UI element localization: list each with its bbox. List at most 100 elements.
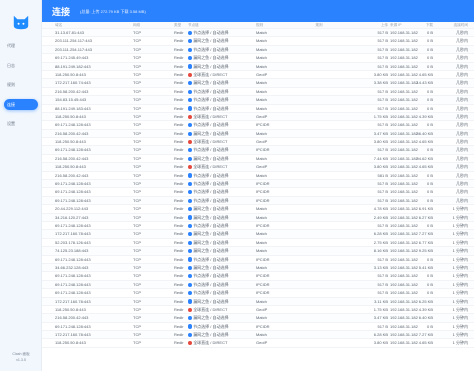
table-row[interactable]: 88.191.249.183:443 TCP Redir 节点选择 / 自动选择 Mat…: [42, 105, 474, 113]
globe-icon: [188, 215, 193, 220]
sidebar-nav: 代理日志规则连接设置: [4, 40, 38, 138]
table-row[interactable]: 88.191.249.182:443 TCP Redir 漏网之鱼 / 自动选择 Mat…: [42, 62, 474, 71]
table-row[interactable]: 172.217.160.78:443 TCP Redir 漏网之鱼 / 自动选择 Mat…: [42, 297, 474, 306]
cell-source-ip: 192.168.31.182: [390, 231, 418, 237]
cell-host: 172.217.160.74:443: [55, 80, 91, 86]
sidebar-item-connections[interactable]: 连接: [4, 98, 38, 110]
chain-text: 节点选择 / 自动选择: [193, 273, 229, 279]
globe-icon: [188, 55, 193, 61]
table-row[interactable]: 69.171.248.128:443 TCP Redir 节点选择 / 自动选择 IPC…: [42, 188, 474, 197]
table-row[interactable]: 20.44.229.112:443 TCP Redir 漏网之鱼 / 自动选择 Matc…: [42, 205, 474, 214]
column-header-network[interactable]: 网络: [133, 22, 151, 29]
chain-text: 节点选择 / 自动选择: [193, 172, 229, 178]
table-row[interactable]: 69.171.248.128:443 TCP Redir 节点选择 / 自动选择 IPC…: [42, 289, 474, 298]
globe-icon: [188, 282, 193, 287]
cell-source-ip: 192.168.31.182: [390, 323, 418, 329]
table-row[interactable]: 31.13.67.81:443 TCP Redir 节点选择 / 自动选择 Match 5…: [42, 29, 474, 38]
table-row[interactable]: 69.171.248.128:443 TCP Redir 节点选择 / 自动选择 IPC…: [42, 196, 474, 206]
column-header-host[interactable]: 域名: [55, 22, 130, 29]
globe-icon: [188, 156, 193, 161]
table-row[interactable]: 52.203.178.126:443 TCP Redir 漏网之鱼 / 自动选择 Mat…: [42, 239, 474, 248]
cell-host: 52.203.178.126:443: [55, 239, 91, 245]
cell-time: 几秒内: [456, 30, 468, 35]
table-row[interactable]: 203.111.254.117:443 TCP Redir 节点选择 / 自动选择 Ma…: [42, 45, 474, 55]
cell-host: 69.171.245.49:443: [55, 55, 89, 61]
column-header-upload[interactable]: 上传: [336, 22, 388, 29]
column-header-chain[interactable]: 节点链: [188, 22, 252, 29]
table-row[interactable]: 154.83.15.45:443 TCP Redir 节点选择 / 自动选择 Match…: [42, 96, 474, 105]
cell-host: 203.111.254.117:443: [55, 38, 92, 44]
table-row[interactable]: 118.250.50.8:443 TCP Redir 全球直连 / DIRECT Geo…: [42, 339, 474, 348]
globe-icon: [188, 198, 193, 203]
cell-upload: 3.80 KB: [373, 71, 388, 77]
chain-text: 漏网之鱼 / 自动选择: [193, 206, 229, 212]
cell-rule: GeoIP: [256, 71, 268, 77]
table-row[interactable]: 118.250.50.8:443 TCP Redir 全球直连 / DIRECT Geo…: [42, 112, 474, 122]
chain-text: 节点选择 / 自动选择: [193, 97, 229, 103]
table-row[interactable]: 69.171.248.128:443 TCP Redir 节点选择 / 自动选择 IPC…: [42, 146, 474, 155]
cell-source-ip: 192.168.31.182: [390, 71, 418, 77]
cell-rule: Match: [256, 248, 267, 254]
chain-text: 全球直连 / DIRECT: [193, 306, 228, 312]
table-row[interactable]: 172.217.160.74:443 TCP Redir 漏网之鱼 / 自动选择 Mat…: [42, 79, 474, 88]
table-row[interactable]: 34.216.120.27:443 TCP Redir 漏网之鱼 / 自动选择 Matc…: [42, 213, 474, 222]
table-row[interactable]: 69.171.248.128:443 TCP Redir 节点选择 / 自动选择 IPC…: [42, 256, 474, 264]
table-row[interactable]: 216.58.200.42:443 TCP Redir 节点选择 / 自动选择 Matc…: [42, 172, 474, 181]
table-row[interactable]: 69.171.248.128:443 TCP Redir 节点选择 / 自动选择 IPC…: [42, 222, 474, 231]
cell-network: TCP: [133, 264, 141, 270]
cell-source-ip: 192.168.31.182: [390, 172, 418, 178]
globe-icon: [188, 39, 193, 44]
cell-chain: 漏网之鱼 / 自动选择: [188, 264, 252, 273]
table-row[interactable]: 118.250.50.8:443 TCP Redir 全球直连 / DIRECT Geo…: [42, 163, 474, 172]
table-row[interactable]: 118.250.50.8:443 TCP Redir 全球直连 / DIRECT Geo…: [42, 71, 474, 80]
table-row[interactable]: 203.111.254.117:443 TCP Redir 漏网之鱼 / 自动选择 Ma…: [42, 37, 474, 46]
cell-chain: 漏网之鱼 / 自动选择: [188, 239, 252, 248]
sidebar-item-proxies[interactable]: 代理: [4, 40, 38, 51]
column-header-payload[interactable]: 规则: [304, 22, 334, 29]
table-row[interactable]: 69.171.245.49:443 TCP Redir 漏网之鱼 / 自动选择 Matc…: [42, 54, 474, 63]
cell-upload: 3.80 KB: [373, 340, 388, 346]
table-row[interactable]: 216.58.200.42:443 TCP Redir 漏网之鱼 / 自动选择 Matc…: [42, 314, 474, 323]
table-row[interactable]: 118.250.50.8:443 TCP Redir 全球直连 / DIRECT Geo…: [42, 306, 474, 315]
cell-source-ip: 192.168.31.182: [390, 298, 418, 304]
table-row[interactable]: 172.217.160.78:443 TCP Redir 漏网之鱼 / 自动选择 Mat…: [42, 230, 474, 239]
cell-source-ip: 192.168.31.182: [390, 80, 418, 86]
cell-upload: 3.80 KB: [373, 139, 388, 145]
cell-chain: 节点选择 / 自动选择: [188, 29, 252, 38]
cell-source-ip: 192.168.31.182: [390, 256, 418, 262]
cell-chain: 节点选择 / 自动选择: [188, 146, 252, 155]
connections-table: 域名 网络 类型 节点链 规则 规则 上传 下载 来源 IP 连接时间 31.13.67.81:4…: [42, 22, 474, 371]
globe-icon: [188, 332, 193, 338]
column-header-rule[interactable]: 规则: [256, 22, 288, 29]
cell-host: 216.58.200.42:443: [55, 88, 89, 94]
cell-source-ip: 192.168.31.182: [390, 164, 418, 170]
table-row[interactable]: 74.125.23.188:443 TCP Redir 漏网之鱼 / 自动选择 Matc…: [42, 247, 474, 256]
table-row[interactable]: 34.66.232.128:443 TCP Redir 漏网之鱼 / 自动选择 Matc…: [42, 263, 474, 273]
table-row[interactable]: 69.171.248.128:443 TCP Redir 节点选择 / 自动选择 IPC…: [42, 180, 474, 189]
cell-network: TCP: [133, 206, 141, 212]
cell-host: 216.58.200.42:443: [55, 315, 89, 321]
sidebar-item-logs[interactable]: 日志: [4, 60, 38, 71]
table-row[interactable]: 216.58.200.42:443 TCP Redir 节点选择 / 自动选择 Matc…: [42, 88, 474, 97]
cell-host: 172.217.160.78:443: [55, 332, 91, 338]
globe-icon: [188, 240, 193, 245]
chain-text: 节点选择 / 自动选择: [193, 105, 229, 111]
column-header-time[interactable]: 连接时间: [440, 22, 468, 29]
sidebar-item-rules[interactable]: 规则: [4, 79, 38, 90]
table-row[interactable]: 69.171.248.128:443 TCP Redir 节点选择 / 自动选择 IPC…: [42, 280, 474, 290]
table-row[interactable]: 69.171.248.128:443 TCP Redir 节点选择 / 自动选择 IPC…: [42, 323, 474, 332]
table-row[interactable]: 216.58.200.42:443 TCP Redir 漏网之鱼 / 自动选择 Matc…: [42, 129, 474, 139]
table-row[interactable]: 69.171.248.128:443 TCP Redir 节点选择 / 自动选择 IPC…: [42, 121, 474, 130]
chain-text: 节点选择 / 自动选择: [193, 323, 229, 329]
cell-rule: Match: [256, 105, 267, 111]
cell-upload: 8.16 KB: [373, 248, 388, 254]
table-row[interactable]: 216.58.200.42:443 TCP Redir 漏网之鱼 / 自动选择 Matc…: [42, 155, 474, 164]
table-row[interactable]: 172.217.160.78:443 TCP Redir 漏网之鱼 / 自动选择 Mat…: [42, 331, 474, 340]
cell-time: 几秒内: [456, 164, 468, 170]
table-row[interactable]: 69.171.248.128:443 TCP Redir 节点选择 / 自动选择 IPC…: [42, 272, 474, 281]
table-row[interactable]: 118.250.50.8:443 TCP Redir 全球直连 / DIRECT Geo…: [42, 138, 474, 147]
cell-time: 几秒内: [456, 147, 468, 153]
column-header-source-ip[interactable]: 来源 IP: [390, 22, 442, 29]
cell-host: 118.250.50.8:443: [55, 164, 86, 170]
sidebar-item-settings[interactable]: 设置: [4, 118, 38, 129]
